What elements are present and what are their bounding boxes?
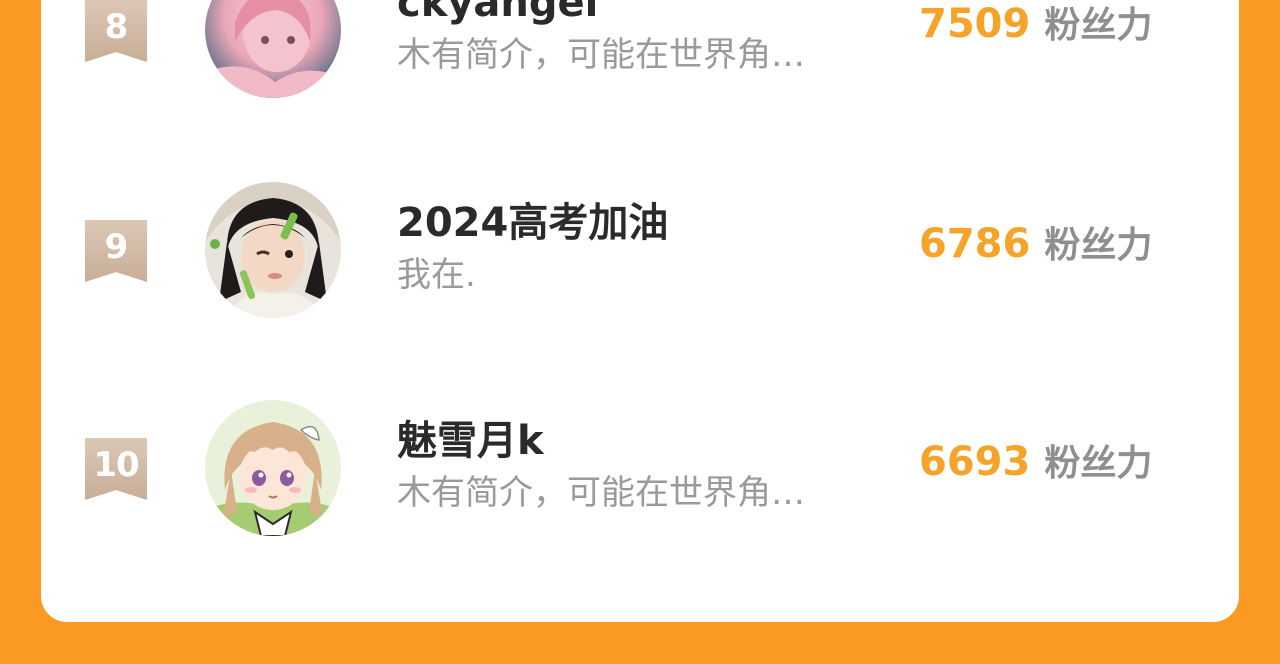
rank-badge: 8 <box>85 0 147 62</box>
list-item[interactable]: 9 2024高考加油 我在. 6786 粉丝力 <box>41 180 1239 320</box>
fans-label: 粉丝力 <box>1044 5 1153 46</box>
avatar-girl-photo-icon <box>205 182 341 318</box>
fans-score: 7509 粉丝力 <box>919 4 1152 44</box>
rank-number: 10 <box>93 445 139 485</box>
user-name[interactable]: ckyangel <box>397 0 598 26</box>
user-bio: 我在. <box>397 255 476 295</box>
user-bio: 木有简介，可能在世界角… <box>397 473 805 513</box>
rank-badge: 9 <box>85 220 147 282</box>
user-avatar[interactable] <box>205 182 341 318</box>
user-bio: 木有简介，可能在世界角… <box>397 35 805 75</box>
fans-number: 7509 <box>919 1 1031 47</box>
fans-score: 6693 粉丝力 <box>919 442 1152 482</box>
user-avatar[interactable] <box>205 400 341 536</box>
fans-label: 粉丝力 <box>1044 225 1153 266</box>
avatar-pink-anime-girl-icon <box>205 0 341 98</box>
fans-number: 6693 <box>919 439 1031 485</box>
list-item[interactable]: 10 魅雪月k 木有简介，可能在世界角… 6693 粉丝力 <box>41 398 1239 538</box>
ranking-card: 8 ckyangel 木有简介，可能在世界角… 7509 粉丝力 9 2024高… <box>41 0 1239 622</box>
rank-number: 9 <box>104 227 129 267</box>
rank-number: 8 <box>104 7 129 47</box>
user-name[interactable]: 魅雪月k <box>397 418 544 464</box>
fans-label: 粉丝力 <box>1044 443 1153 484</box>
avatar-anime-girl-brown-hair-icon <box>205 400 341 536</box>
user-avatar[interactable] <box>205 0 341 98</box>
list-item[interactable]: 8 ckyangel 木有简介，可能在世界角… 7509 粉丝力 <box>41 0 1239 100</box>
fans-score: 6786 粉丝力 <box>919 224 1152 264</box>
rank-badge: 10 <box>85 438 147 500</box>
fans-number: 6786 <box>919 221 1031 267</box>
user-name[interactable]: 2024高考加油 <box>397 200 668 246</box>
